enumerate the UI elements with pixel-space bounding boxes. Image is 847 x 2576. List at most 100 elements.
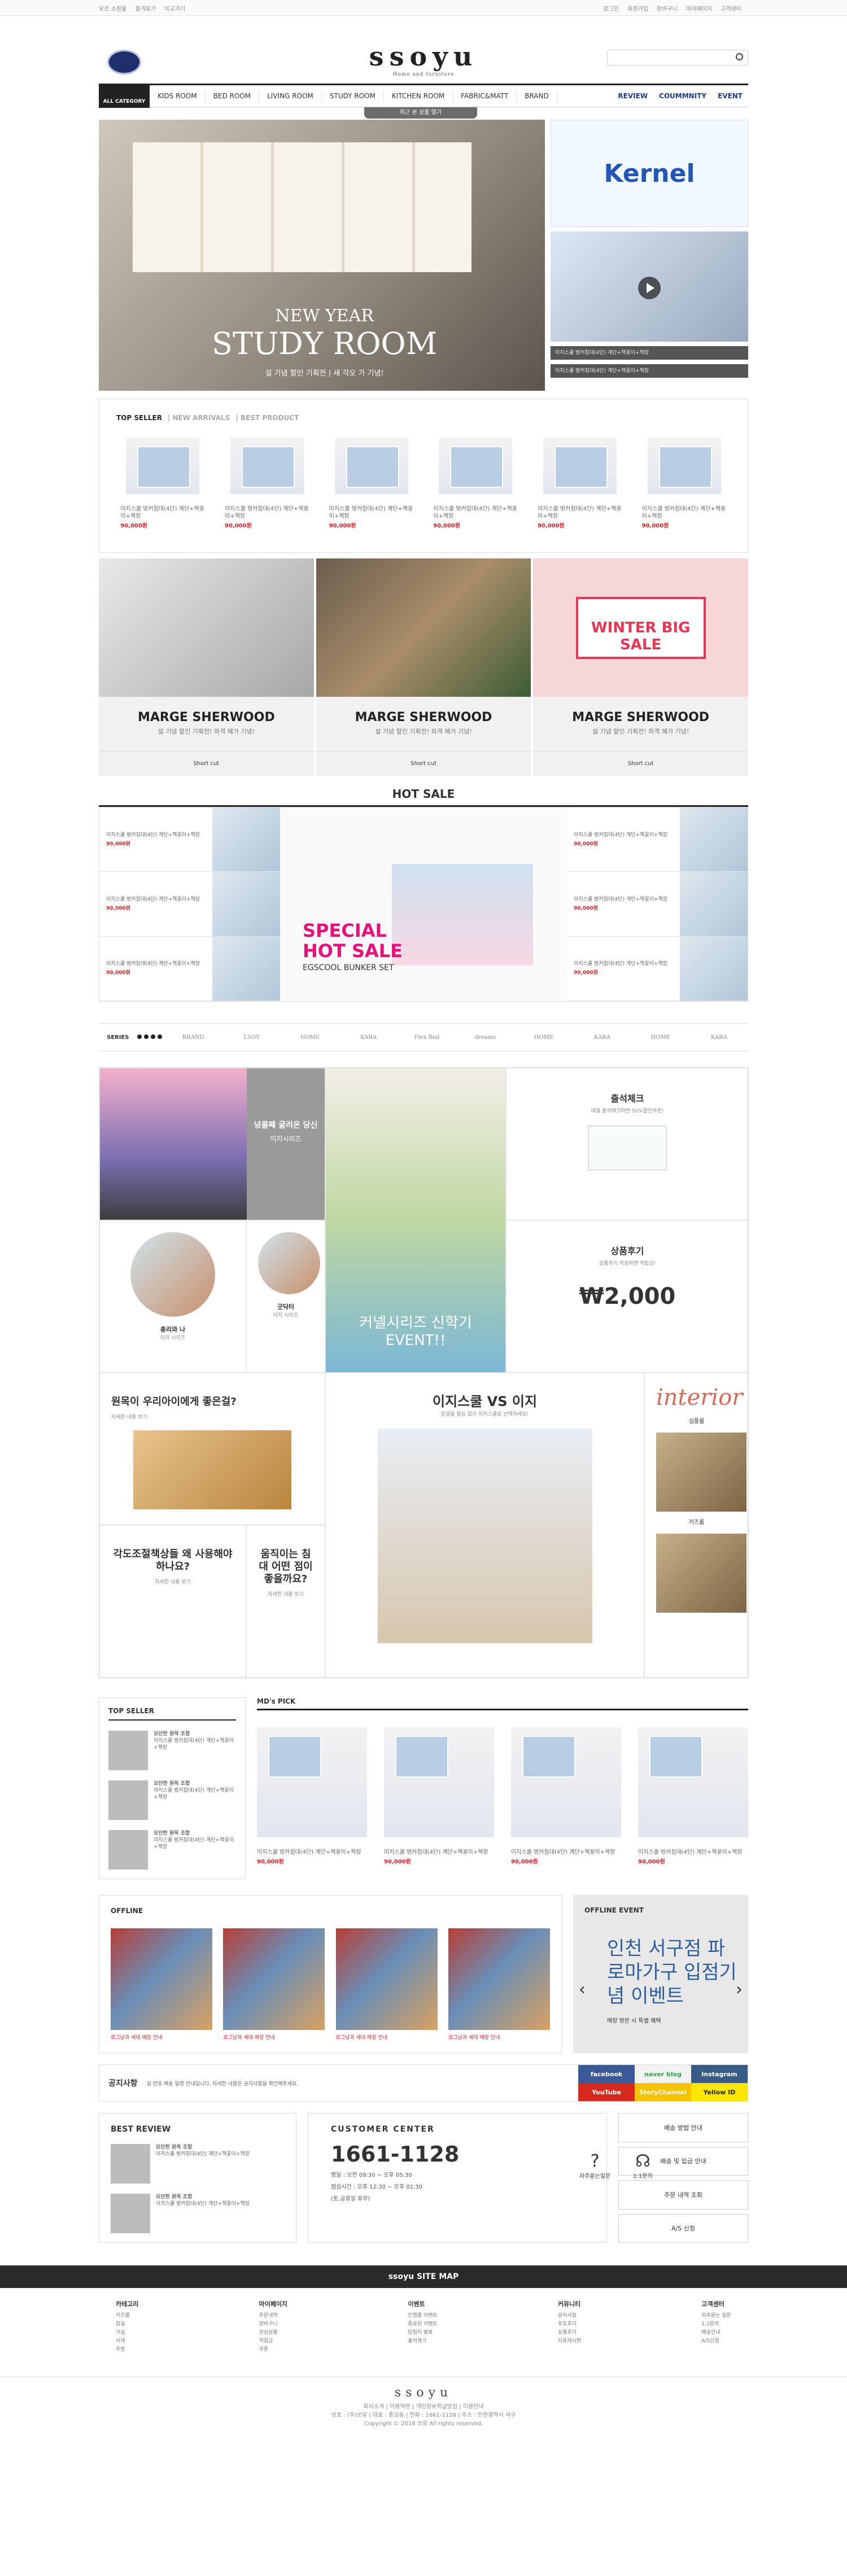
kids-room-image[interactable]: [656, 1534, 746, 1613]
sitemap-link[interactable]: 출석체크: [408, 2337, 438, 2346]
site-emblem[interactable]: [107, 50, 141, 75]
md-product[interactable]: 이지스쿨 벙커침대(4단) 계단+책꽂이+책장 90,000원: [384, 1727, 494, 1866]
hot-item[interactable]: 이지스쿨 벙커침대(4단) 계단+책꽂이+책장 90,000원: [99, 807, 280, 872]
product-card[interactable]: 이지스쿨 벙커침대(4단) 계단+책꽂이+책장 90,000원: [538, 438, 622, 530]
hot-image[interactable]: [212, 807, 280, 872]
brand-logo[interactable]: ssoyu Home and furniture: [364, 41, 483, 77]
sitemap-link[interactable]: 상품후기: [558, 2329, 581, 2337]
video-banner[interactable]: [551, 232, 748, 342]
sitemap-link[interactable]: 종료된 이벤트: [408, 2320, 438, 2329]
md-product[interactable]: 이지스쿨 벙커침대(4단) 계단+책꽂이+책장 90,000원: [511, 1727, 621, 1866]
series-logo[interactable]: Flex Bed: [398, 1034, 456, 1041]
sitemap-link[interactable]: 쿠폰: [259, 2346, 288, 2354]
offline-item[interactable]: 로그남과 세대 매장 안내: [335, 1928, 438, 2041]
md-image[interactable]: [257, 1727, 367, 1837]
qa-link[interactable]: 자세한 내용 보기: [111, 1578, 234, 1585]
series-logo[interactable]: KARA: [339, 1034, 398, 1041]
hero-main-banner[interactable]: NEW YEAR STUDY ROOM 설 기념 할인 기획전 | 새 각오 가 기…: [99, 120, 545, 391]
cs-button[interactable]: 주문 내역 조회: [618, 2180, 748, 2210]
review-item[interactable]: 모던한 원목 조합 이지스쿨 벙커침대(4단) 계단+책꽂이+책장: [111, 2144, 285, 2184]
sitemap-link[interactable]: 자주묻는 질문: [701, 2312, 731, 2320]
product-image[interactable]: [439, 438, 513, 494]
login-link[interactable]: 로그인: [603, 6, 619, 12]
join-link[interactable]: 회원가입: [627, 6, 648, 12]
series-logo[interactable]: dreams: [456, 1034, 514, 1041]
md-image[interactable]: [384, 1727, 494, 1837]
top-seller-item[interactable]: 모던한 원목 조합 이지스쿨 벙커침대(4단) 계단+책꽂이+책장: [108, 1731, 236, 1770]
sitemap-link[interactable]: 당첨자 발표: [408, 2329, 438, 2337]
review-box[interactable]: 상품후기 상품후기 작성하면 적립금! ₩2,000: [506, 1220, 749, 1373]
series-logo[interactable]: BRAND: [164, 1034, 222, 1041]
mypage-link[interactable]: 마이페이지: [686, 6, 712, 12]
hot-image[interactable]: [680, 807, 748, 872]
vs-banner[interactable]: 이지스쿨 VS 이지 망설일 필요 없이 이지스쿨로 선택하세요!: [325, 1373, 644, 1678]
favorite-link[interactable]: 즐겨찾기: [135, 6, 156, 12]
product-image[interactable]: [334, 438, 408, 494]
md-image[interactable]: [511, 1727, 621, 1837]
nav-bed[interactable]: BED ROOM: [206, 91, 260, 101]
product-card[interactable]: 이지스쿨 벙커침대(4단) 계단+책꽂이+책장 90,000원: [120, 438, 205, 530]
md-product[interactable]: 이지스쿨 벙커침대(4단) 계단+책꽂이+책장 90,000원: [638, 1727, 748, 1866]
all-category-button[interactable]: ALL CATEGORY: [99, 84, 150, 108]
tv-banner[interactable]: 넝쿨째 굴러온 당신 이지시리즈: [99, 1068, 325, 1220]
qa-desk[interactable]: 각도조절책상들 왜 사용해야하나요? 자세한 내용 보기: [99, 1525, 246, 1678]
kernel-event-banner[interactable]: 커넬시리즈 신학기 EVENT!!: [325, 1068, 506, 1373]
nav-fabric[interactable]: FABRIC&MATT: [453, 91, 517, 101]
hot-image[interactable]: [212, 936, 280, 1001]
top-seller-item[interactable]: 모던한 원목 조합 이지스쿨 벙커침대(4단) 계단+책꽂이+책장: [108, 1780, 236, 1820]
nav-brand[interactable]: BRAND: [517, 91, 557, 101]
sitemap-link[interactable]: 침실: [116, 2320, 138, 2329]
sitemap-link[interactable]: 주문내역: [259, 2312, 288, 2320]
product-image[interactable]: [230, 438, 304, 494]
series-logo[interactable]: LSOY: [222, 1034, 281, 1041]
shortcut-link[interactable]: Short cut: [316, 751, 531, 776]
sitemap-link[interactable]: 관심상품: [259, 2329, 288, 2337]
tab-top-seller[interactable]: TOP SELLER: [116, 414, 162, 422]
chevron-left-icon[interactable]: ‹: [579, 1980, 586, 1999]
blog-link[interactable]: naver blog: [635, 2065, 691, 2083]
offline-event[interactable]: OFFLINE EVENT 인천 서구점 파로마가구 입점기념 이벤트 매장 방…: [573, 1895, 748, 2053]
tab-best-product[interactable]: BEST PRODUCT: [241, 414, 299, 422]
sitemap-link[interactable]: 주방: [116, 2346, 138, 2354]
review-item[interactable]: 모던한 원목 조합 이지스쿨 벙커침대(4단) 계단+책꽂이+책장: [111, 2194, 285, 2233]
series-logo[interactable]: HOME: [281, 1034, 339, 1041]
facebook-link[interactable]: facebook: [578, 2065, 635, 2083]
yellow-id-link[interactable]: Yellow ID: [691, 2083, 748, 2101]
cs-button[interactable]: 배송 방법 안내: [618, 2113, 748, 2142]
product-card[interactable]: 이지스쿨 벙커침대(4단) 계단+책꽂이+책장 90,000원: [433, 438, 518, 530]
cart-link[interactable]: 장바구니: [657, 6, 678, 12]
hot-image[interactable]: [212, 872, 280, 936]
hot-item[interactable]: 이지스쿨 벙커침대(4단) 계단+책꽂이+책장 90,000원: [567, 936, 748, 1001]
product-card[interactable]: 이지스쿨 벙커침대(4단) 계단+책꽂이+책장 90,000원: [225, 438, 309, 530]
shortcut-link[interactable]: Short cut: [533, 751, 749, 776]
sitemap-link[interactable]: 적립금: [259, 2337, 288, 2346]
nav-review[interactable]: REVIEW: [612, 92, 653, 100]
hot-image[interactable]: [680, 872, 748, 936]
recent-items-tab[interactable]: 최근 본 상품 열기: [364, 107, 477, 119]
sitemap-link[interactable]: 공지사항: [558, 2312, 581, 2320]
product-card[interactable]: 이지스쿨 벙커침대(4단) 계단+책꽂이+책장 90,000원: [329, 438, 414, 530]
chevron-right-icon[interactable]: ›: [736, 1980, 743, 1999]
drama-item[interactable]: 굿닥터 이지 시리즈: [246, 1220, 325, 1373]
hot-item[interactable]: 이지스쿨 벙커침대(4단) 계단+책꽂이+책장 90,000원: [99, 936, 280, 1001]
shortcut-link[interactable]: Short cut: [99, 751, 314, 776]
cs-link[interactable]: 고객센터: [721, 6, 741, 12]
promo-banner[interactable]: MARGE SHERWOOD 설 기념 할인 기획전! 파격 혜가 기념! Shor…: [99, 558, 314, 776]
qa-link[interactable]: 자세한 내용 보기: [111, 1413, 313, 1420]
product-image[interactable]: [647, 438, 721, 494]
offline-item[interactable]: 로그남과 세대 매장 안내: [448, 1928, 550, 2041]
compare-link[interactable]: 비교가기: [164, 6, 185, 12]
series-logo[interactable]: HOME: [631, 1034, 689, 1041]
promo-banner[interactable]: WINTER BIG SALE MARGE SHERWOOD 설 기념 할인 기획전…: [533, 558, 749, 776]
sitemap-link[interactable]: 서재: [116, 2337, 138, 2346]
sitemap-link[interactable]: 진행중 이벤트: [408, 2312, 438, 2320]
search-input[interactable]: [607, 50, 748, 66]
series-logo[interactable]: KARA: [690, 1034, 748, 1041]
footer-links[interactable]: 회사소개 | 이용약관 | 개인정보취급방침 | 이용안내: [0, 2403, 847, 2411]
nav-study[interactable]: STUDY ROOM: [322, 91, 384, 101]
md-image[interactable]: [638, 1727, 748, 1837]
series-dots[interactable]: [137, 1034, 164, 1041]
product-image[interactable]: [543, 438, 617, 494]
sitemap-link[interactable]: 배송안내: [701, 2329, 731, 2337]
nav-kitchen[interactable]: KITCHEN ROOM: [384, 91, 453, 101]
